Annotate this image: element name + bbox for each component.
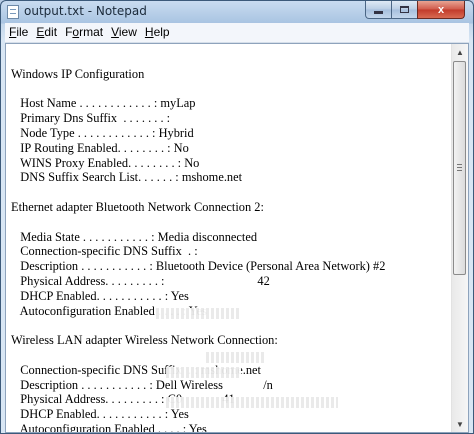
text-line: Host Name . . . . . . . . . . . . : myLa… (11, 96, 196, 111)
redacted-region (166, 397, 338, 408)
text-line: Windows IP Configuration (11, 66, 145, 81)
notepad-window: output.txt - Notepad x File Edit Format … (0, 0, 474, 434)
text-line (11, 185, 449, 200)
title-bar[interactable]: output.txt - Notepad x (1, 1, 473, 23)
text-line: Media State . . . . . . . . . . . : Medi… (11, 229, 258, 244)
text-line: Physical Address. . . . . . . . . : 42 (11, 273, 270, 288)
text-line (11, 82, 449, 97)
scroll-up-icon[interactable]: ▲ (452, 44, 468, 60)
close-button[interactable]: x (417, 1, 465, 19)
text-line: Ethernet adapter Bluetooth Network Conne… (11, 199, 264, 214)
text-line: DNS Suffix Search List. . . . . . : msho… (11, 170, 243, 185)
text-line (11, 52, 449, 67)
menu-bar: File Edit Format View Help (5, 23, 469, 43)
minimize-button[interactable] (365, 1, 392, 19)
menu-format[interactable]: Format (61, 23, 107, 42)
text-line: WINS Proxy Enabled. . . . . . . . : No (11, 155, 200, 170)
text-line (11, 318, 449, 333)
text-line: Primary Dns Suffix . . . . . . . : (11, 111, 171, 126)
menu-file[interactable]: File (5, 23, 32, 42)
menu-edit[interactable]: Edit (32, 23, 61, 42)
text-line: DHCP Enabled. . . . . . . . . . . : Yes (11, 288, 189, 303)
vertical-scrollbar[interactable]: ▲ ▼ (451, 44, 468, 432)
text-line: IP Routing Enabled. . . . . . . . : No (11, 140, 189, 155)
text-line: Description . . . . . . . . . . . : Blue… (11, 259, 386, 274)
scroll-down-icon[interactable]: ▼ (452, 416, 468, 432)
window-title: output.txt - Notepad (24, 4, 147, 18)
redacted-region (156, 308, 240, 319)
notepad-icon[interactable] (7, 5, 19, 19)
close-icon: x (437, 3, 445, 16)
text-line: DHCP Enabled. . . . . . . . . . . : Yes (11, 407, 189, 422)
maximize-icon (400, 6, 409, 13)
text-line: Connection-specific DNS Suffix . : (11, 244, 198, 259)
text-line: Wireless LAN adapter Wireless Network Co… (11, 333, 278, 348)
text-line: Node Type . . . . . . . . . . . . : Hybr… (11, 125, 194, 140)
maximize-button[interactable] (391, 1, 418, 19)
minimize-icon (374, 11, 383, 14)
scroll-thumb[interactable] (453, 61, 466, 275)
grip-icon (457, 164, 462, 171)
redacted-region (166, 367, 241, 378)
text-line: Autoconfiguration Enabled . . . . : Yes (11, 421, 207, 432)
redacted-region (206, 352, 266, 363)
text-line: Description . . . . . . . . . . . : Dell… (11, 377, 273, 392)
menu-view[interactable]: View (107, 23, 141, 42)
text-line (11, 215, 449, 230)
text-editor[interactable]: Windows IP Configuration Host Name . . .… (5, 43, 469, 433)
menu-help[interactable]: Help (141, 23, 174, 42)
